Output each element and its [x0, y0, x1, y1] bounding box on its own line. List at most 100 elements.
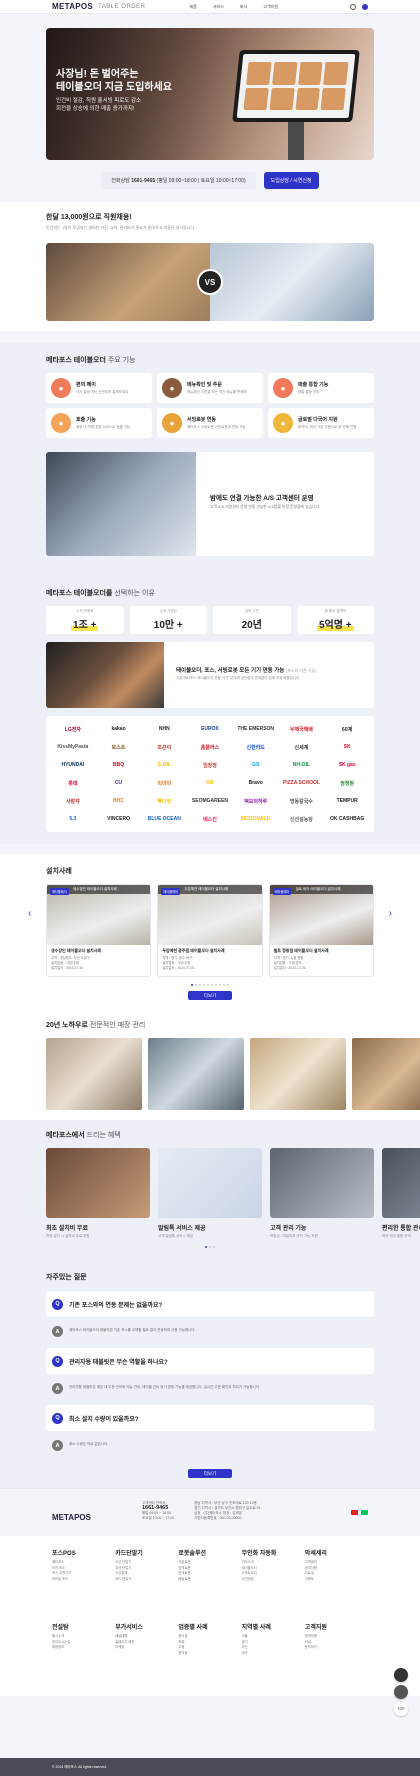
- case-card[interactable]: 빌트 비어 테이블오더 설치사례 메타플레이 빌트 정왕점 테이블오더 설치사례…: [268, 884, 374, 977]
- footer-nav-link[interactable]: 편의점: [178, 1651, 241, 1657]
- stat-card: 누적 판매액 1조 +: [46, 606, 124, 634]
- footer-nav-column: 고객지원 원격지원 FAQ 문의하기: [305, 1622, 368, 1684]
- nav-item-company[interactable]: 회사: [240, 4, 247, 10]
- youtube-icon[interactable]: [351, 1510, 358, 1515]
- footer-nav-link[interactable]: 이벤트: [305, 1577, 368, 1583]
- vs-badge: VS: [197, 269, 223, 295]
- vs-comparison: VS: [46, 243, 374, 321]
- case-card[interactable]: 생수장인 테이블오더 설치사례 메타플레이 생수장인 테이블오더 설치사례 지역…: [46, 884, 152, 977]
- case-card[interactable]: 두암예천 테이블오더 설치사례 메타플레이 두암예천 광주점 테이블오더 설치사…: [157, 884, 263, 977]
- partner-logo: 홈플러스: [200, 744, 220, 751]
- footer-nav-heading[interactable]: 부가서비스: [115, 1622, 178, 1631]
- logo[interactable]: METAPOS: [52, 2, 93, 11]
- partner-logo: Bravo: [248, 780, 263, 786]
- faq-question[interactable]: Q 관리자용 태블릿은 무슨 역할을 하나요?: [46, 1348, 374, 1374]
- benefit-image: [46, 1148, 150, 1218]
- feature-card: ● 글로벌 다국어 지원 한국어, 외국 기본 지원으로 한 번에 연결: [268, 408, 374, 438]
- faq-answer: A 최소 수량은 따로 없습니다.: [46, 1431, 374, 1453]
- partner-logo: 신한카드: [246, 744, 265, 751]
- case-photo: 두암예천 테이블오더 설치사례 메타플레이: [158, 885, 262, 945]
- device-quick-icon[interactable]: [394, 1685, 408, 1699]
- feature-card: ● 매출 통합 기능 매출 통합 관리: [268, 373, 374, 403]
- intro-title: 한달 13,000원으로 직원채용!: [46, 214, 132, 221]
- faq-title: 자주있는 질문: [46, 1274, 87, 1281]
- q-badge-icon: Q: [52, 1412, 63, 1424]
- partner-logo: 명동칼국수: [289, 798, 313, 805]
- footer-nav-link[interactable]: 모바일 포스: [52, 1577, 115, 1583]
- case-name: 빌트 정왕점 테이블오더 설치사례: [273, 948, 329, 953]
- faq-answer-text: 최소 수량은 따로 없습니다.: [69, 1442, 109, 1446]
- benefit-card: 최초 설치비 무료 처음 설치 시 설치비 무료 지원: [46, 1148, 150, 1239]
- footer-nav-heading[interactable]: 업종별 사례: [178, 1622, 241, 1631]
- footer-nav-heading[interactable]: 카드단말기: [115, 1548, 178, 1557]
- nav-item-support[interactable]: 고객지원: [263, 4, 278, 10]
- partner-logo: NHN: [158, 726, 170, 732]
- benefit-card: 편리한 통합 관리 여러 매장 통합 관리: [382, 1148, 420, 1239]
- nav-item-product[interactable]: 제품: [189, 4, 196, 10]
- consult-request-button[interactable]: 도입상담 / 시연신청: [263, 171, 319, 189]
- faq-more-button[interactable]: 더보기: [188, 1469, 232, 1478]
- footer-nav-heading[interactable]: 고객지원: [305, 1622, 368, 1631]
- case-name: 두암예천 광주점 테이블오더 설치사례: [162, 948, 225, 953]
- carousel-dots[interactable]: [46, 984, 374, 986]
- feature-desc: 메뉴확인 사진을 보는 직관 메뉴를 판매해: [187, 390, 247, 394]
- gallery-section: 20년 노하우로 전문적인 매장 관리: [0, 1010, 420, 1120]
- hero-title-line-2: 테이블오더 지금 도입하세요: [56, 82, 172, 93]
- q-badge-icon: Q: [52, 1298, 63, 1310]
- benefits-section: 메타포스에서 드리는 혜택 최초 설치비 무료 처음 설치 시 설치비 무료 지…: [0, 1120, 420, 1258]
- benefit-dots[interactable]: [46, 1246, 374, 1248]
- footer-nav-link[interactable]: 마케팅: [115, 1645, 178, 1651]
- faq-question-text: 관리자용 태블릿은 무슨 역할을 하나요?: [69, 1359, 168, 1366]
- table-order-device-image: [232, 50, 360, 122]
- footer-nav-heading[interactable]: 전설탐: [52, 1622, 115, 1631]
- menu-icon[interactable]: [362, 3, 368, 10]
- feature-card: ● 호출 기능 매장 내 직원 호출 서비스로 호출 가능: [46, 408, 152, 438]
- feature-title: 호출 기능: [76, 417, 96, 423]
- footer-nav-heading[interactable]: 로봇솔루션: [178, 1548, 241, 1557]
- nav-item-service[interactable]: 서비스: [213, 4, 224, 10]
- video-thumbnail[interactable]: [46, 642, 164, 708]
- cases-title: 설치사례: [46, 868, 72, 875]
- benefit-card: 고객 관리 기능 적립금 / 마일리지 관리 기능 지원: [270, 1148, 374, 1239]
- next-arrow-icon[interactable]: ›: [389, 908, 392, 919]
- kiosk-quick-icon[interactable]: [394, 1668, 408, 1682]
- faq-question[interactable]: Q 최소 설치 수량이 있을까요?: [46, 1405, 374, 1431]
- case-tag: 메타플레이: [161, 888, 180, 895]
- faq-question[interactable]: Q 기존 포스와의 연동 문제는 없을까요?: [46, 1291, 374, 1317]
- footer-nav-link[interactable]: 카드 단말기: [115, 1577, 178, 1583]
- partner-logo: 뜨끈이: [157, 744, 172, 751]
- footer-nav-link[interactable]: 배달로봇: [178, 1577, 241, 1583]
- stat-value: 10만 +: [153, 620, 183, 631]
- floating-buttons: TOP: [394, 1668, 408, 1716]
- footer-nav-heading[interactable]: 지역별 사례: [242, 1622, 305, 1631]
- footer-nav-heading[interactable]: 포스POS: [52, 1548, 115, 1557]
- search-icon[interactable]: [350, 3, 356, 10]
- top-button[interactable]: TOP: [394, 1702, 408, 1716]
- top-bar: METAPOS TABLE ORDER 제품 서비스 회사 고객지원: [0, 0, 420, 14]
- footer-nav-heading[interactable]: 무인화 자동화: [242, 1548, 305, 1557]
- footer-nav-heading[interactable]: 막세세리: [305, 1548, 368, 1557]
- footer-nav-link[interactable]: 무인매장: [242, 1577, 305, 1583]
- blog-icon[interactable]: [361, 1510, 368, 1515]
- hero-subtitle-line-1: 인건비 절감, 직원 홀서빙 피로도 감소: [56, 98, 142, 104]
- hero-title-line-1: 사장님! 돈 벌어주는: [56, 69, 139, 80]
- footer-nav-link[interactable]: 채용정보: [52, 1645, 115, 1651]
- stats-row: 누적 판매액 1조 + 누적 가맹점 10만 + 업력 기간 20년 월 평균 결제액…: [46, 606, 374, 634]
- gallery-row: [46, 1038, 420, 1110]
- partner-logo: 청정원: [340, 780, 355, 787]
- footer-nav-link[interactable]: 대구: [242, 1651, 305, 1657]
- footer-nav-link[interactable]: 문의하기: [305, 1645, 368, 1651]
- footer-nav-column: 카드단말기 무선 단말기 유선 단말기 무선결제 카드 단말기: [115, 1548, 178, 1610]
- benefit-image: [158, 1148, 262, 1218]
- video-title: 테이블오더, 포스, 서빙로봇 모든 기기 연동 가능: [176, 668, 285, 674]
- prev-arrow-icon[interactable]: ‹: [28, 908, 31, 919]
- gallery-photo: [148, 1038, 244, 1110]
- partner-logo: SK: [343, 744, 351, 750]
- cases-more-button[interactable]: 더보기: [188, 991, 232, 1000]
- partner-logo: SK gas: [338, 762, 356, 768]
- a-badge-icon: A: [52, 1440, 63, 1451]
- partner-logo: NH-OIL: [292, 762, 311, 768]
- faq-answer-text: 메타포스 테이블오더 태블릿은 기존 포스를 교체할 필요 없이 연동하여 사용…: [69, 1328, 196, 1332]
- stat-card: 누적 가맹점 10만 +: [129, 606, 207, 634]
- partner-logo: VINCERO: [107, 816, 130, 822]
